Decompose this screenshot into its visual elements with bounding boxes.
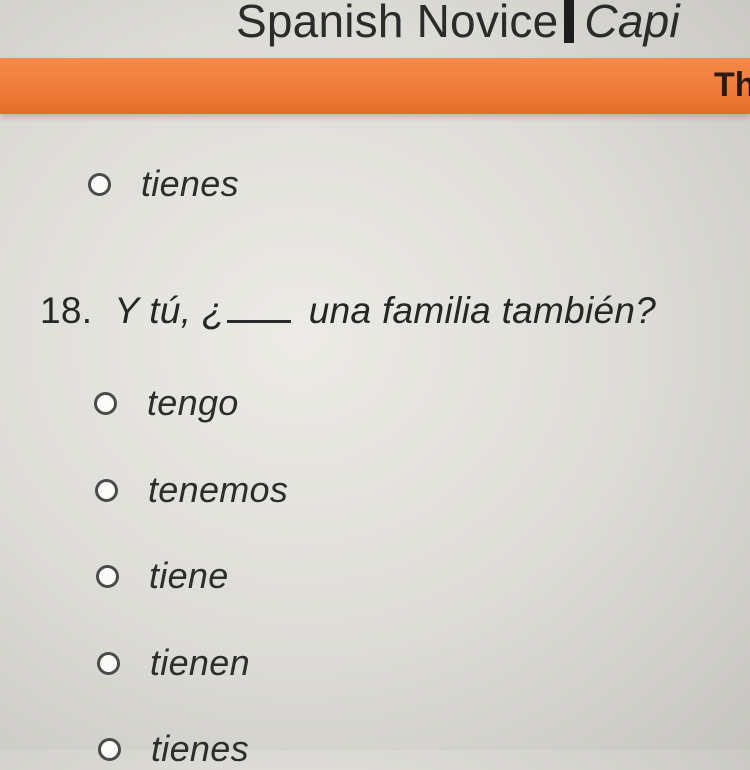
- radio-button[interactable]: [94, 391, 117, 415]
- radio-button[interactable]: [95, 478, 118, 502]
- title-separator: [564, 0, 575, 43]
- radio-button[interactable]: [88, 172, 111, 196]
- course-title-text: Spanish Novice: [236, 0, 559, 47]
- chapter-title-text: Capi: [584, 0, 680, 47]
- radio-button[interactable]: [98, 737, 121, 761]
- answer-blank: [226, 290, 291, 323]
- answer-option-previous[interactable]: tienes: [88, 163, 239, 205]
- header-bar-text: Th: [714, 66, 750, 104]
- option-label: tienen: [150, 642, 250, 683]
- answer-option-3[interactable]: tiene: [96, 555, 229, 597]
- question-number: 18.: [40, 290, 93, 331]
- option-label: tiene: [149, 555, 229, 596]
- option-label: tienes: [141, 163, 239, 204]
- option-label: tengo: [147, 382, 239, 423]
- course-title: Spanish Novice Capi: [236, 0, 680, 48]
- option-label: tienes: [151, 728, 249, 769]
- header-bar: Th: [0, 58, 750, 114]
- answer-option-2[interactable]: tenemos: [95, 469, 288, 511]
- answer-option-4[interactable]: tienen: [97, 642, 250, 684]
- answer-option-5[interactable]: tienes: [98, 728, 249, 770]
- answer-option-1[interactable]: tengo: [94, 382, 239, 424]
- question-prompt-start: Y tú, ¿: [114, 290, 225, 331]
- option-label: tenemos: [148, 469, 289, 510]
- question-prompt-end: una familia también?: [308, 290, 657, 331]
- radio-button[interactable]: [96, 564, 119, 588]
- question-18: 18. Y tú, ¿ una familia también?: [40, 290, 656, 332]
- radio-button[interactable]: [97, 651, 120, 675]
